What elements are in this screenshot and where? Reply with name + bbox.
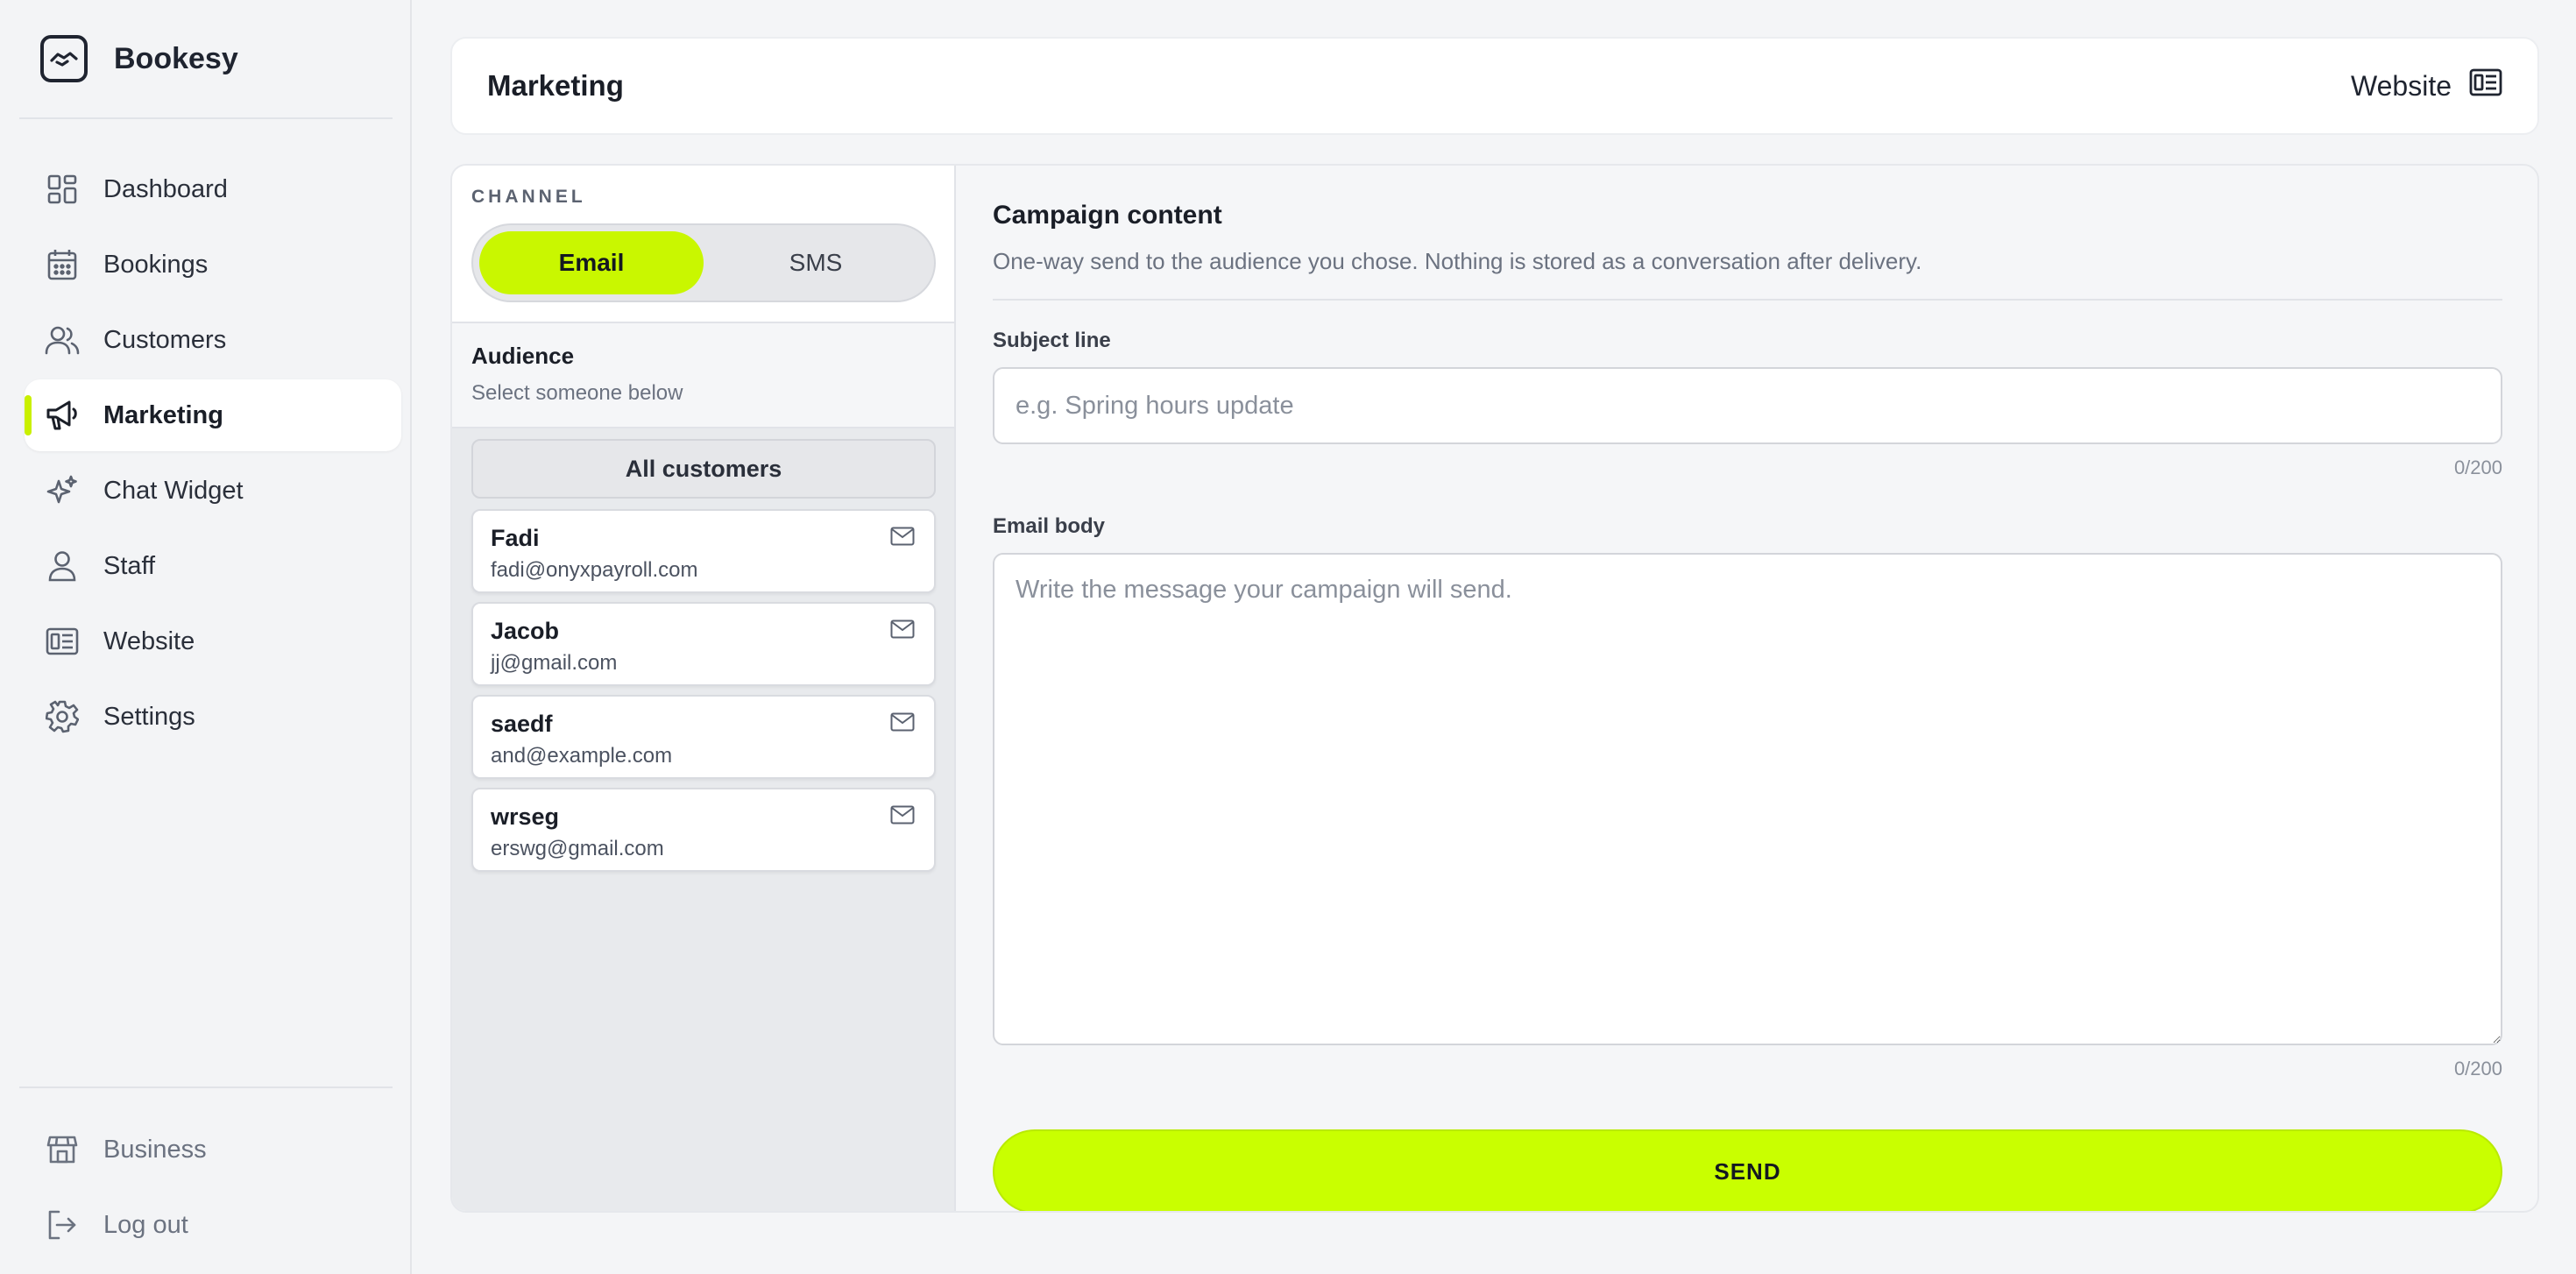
channel-label: CHANNEL xyxy=(471,187,586,207)
website-layout-icon xyxy=(2469,67,2502,104)
sidebar-item-label: Bookings xyxy=(103,250,209,279)
website-link[interactable]: Website xyxy=(2351,67,2502,104)
sidebar-item-bookings[interactable]: Bookings xyxy=(25,229,401,301)
divider xyxy=(993,299,2502,301)
users-icon xyxy=(44,322,81,358)
customer-name: Fadi xyxy=(491,525,540,551)
sidebar-item-staff[interactable]: Staff xyxy=(25,530,401,602)
sidebar-nav: Dashboard Bookings Customers Marketing C… xyxy=(25,153,401,756)
send-button[interactable]: SEND xyxy=(993,1129,2502,1211)
channel-toggle: Email SMS xyxy=(471,223,936,302)
sidebar-item-marketing[interactable]: Marketing xyxy=(25,379,401,451)
sidebar-item-label: Log out xyxy=(103,1210,188,1239)
customer-item[interactable]: wrseg erswg@gmail.com xyxy=(471,788,936,872)
sidebar-item-chat-widget[interactable]: Chat Widget xyxy=(25,455,401,527)
sidebar-item-customers[interactable]: Customers xyxy=(25,304,401,376)
page-header: Marketing Website xyxy=(450,37,2539,135)
audience-header: Audience Select someone below xyxy=(452,323,954,428)
customer-name: wrseg xyxy=(491,803,560,830)
sidebar-item-dashboard[interactable]: Dashboard xyxy=(25,153,401,225)
sidebar-item-log-out[interactable]: Log out xyxy=(25,1189,401,1261)
customer-name: Jacob xyxy=(491,618,560,644)
sidebar-item-settings[interactable]: Settings xyxy=(25,681,401,753)
store-icon xyxy=(44,1131,81,1168)
divider xyxy=(19,117,393,119)
email-body-label: Email body xyxy=(993,514,1106,538)
sidebar-item-label: Dashboard xyxy=(103,174,228,203)
mail-icon xyxy=(890,619,915,639)
logout-icon xyxy=(44,1207,81,1243)
page-title: Marketing xyxy=(487,69,624,102)
customer-item[interactable]: Jacob jj@gmail.com xyxy=(471,602,936,686)
email-body-textarea[interactable] xyxy=(993,553,2502,1045)
customer-email: fadi@onyxpayroll.com xyxy=(491,558,698,582)
customer-name: saedf xyxy=(491,711,553,737)
user-icon xyxy=(44,548,81,584)
customer-email: and@example.com xyxy=(491,744,673,768)
body-char-counter: 0/200 xyxy=(2453,1058,2502,1079)
customer-item[interactable]: saedf and@example.com xyxy=(471,695,936,779)
handshake-logo-icon xyxy=(40,35,88,82)
dashboard-grid-icon xyxy=(44,171,81,208)
sidebar: Bookesy Dashboard Bookings Customers Mar… xyxy=(0,0,412,1274)
sidebar-item-label: Staff xyxy=(103,551,156,580)
sidebar-item-label: Settings xyxy=(103,702,195,731)
mail-icon xyxy=(890,805,915,825)
all-customers-button[interactable]: All customers xyxy=(471,439,936,499)
sidebar-item-label: Business xyxy=(103,1135,207,1164)
campaign-title: Campaign content xyxy=(993,201,1222,230)
customer-email: jj@gmail.com xyxy=(491,651,618,675)
megaphone-icon xyxy=(44,397,81,434)
mail-icon xyxy=(890,712,915,732)
subject-line-label: Subject line xyxy=(993,329,1111,352)
subject-char-counter: 0/200 xyxy=(2453,457,2502,478)
divider xyxy=(19,1086,393,1088)
marketing-panel: CHANNEL Email SMS Audience Select someon… xyxy=(450,164,2539,1213)
sidebar-item-label: Chat Widget xyxy=(103,476,244,505)
sidebar-item-label: Website xyxy=(103,626,195,655)
customer-list: Fadi fadi@onyxpayroll.com Jacob jj@gmail… xyxy=(471,509,936,881)
sidebar-bottom-nav: Business Log out xyxy=(25,1114,401,1264)
brand-name: Bookesy xyxy=(114,41,238,75)
channel-option-email[interactable]: Email xyxy=(479,231,704,294)
campaign-content-column: Campaign content One-way send to the aud… xyxy=(958,166,2537,1211)
subject-line-input[interactable] xyxy=(993,367,2502,444)
gear-icon xyxy=(44,698,81,735)
sidebar-item-business[interactable]: Business xyxy=(25,1114,401,1186)
channel-selector: CHANNEL Email SMS xyxy=(452,166,954,323)
brand[interactable]: Bookesy xyxy=(40,35,238,82)
sparkles-icon xyxy=(44,472,81,509)
calendar-icon xyxy=(44,246,81,283)
sidebar-item-label: Marketing xyxy=(103,400,223,429)
customer-item[interactable]: Fadi fadi@onyxpayroll.com xyxy=(471,509,936,593)
mail-icon xyxy=(890,527,915,546)
sidebar-item-label: Customers xyxy=(103,325,227,354)
website-layout-icon xyxy=(44,623,81,660)
channel-option-sms[interactable]: SMS xyxy=(704,231,928,294)
customer-email: erswg@gmail.com xyxy=(491,837,664,860)
audience-subtitle: Select someone below xyxy=(471,381,683,405)
audience-column: CHANNEL Email SMS Audience Select someon… xyxy=(452,166,956,1211)
audience-title: Audience xyxy=(471,343,575,369)
sidebar-item-website[interactable]: Website xyxy=(25,605,401,677)
website-link-label: Website xyxy=(2350,69,2452,102)
campaign-subtitle: One-way send to the audience you chose. … xyxy=(993,248,1922,274)
